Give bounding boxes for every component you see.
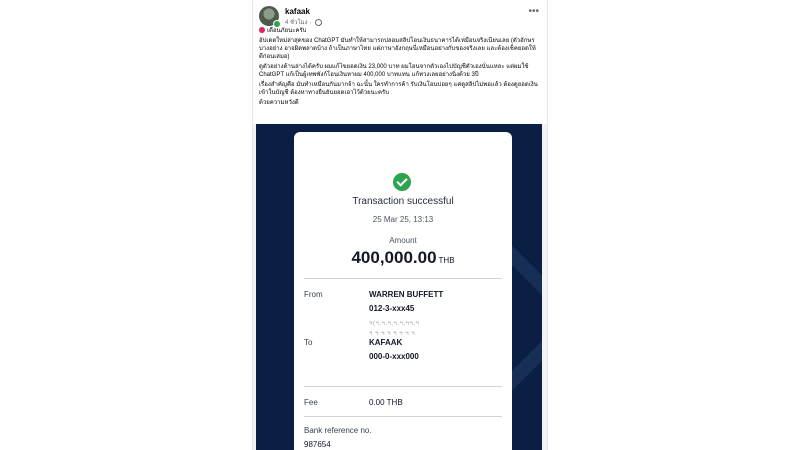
to-account: 000-0-xxx000 <box>369 352 419 361</box>
author-name[interactable]: kafaak <box>285 7 310 16</box>
post-headline: เตือนภัยนะครับ <box>259 27 539 35</box>
divider <box>304 278 502 279</box>
transfer-receipt: Transaction successful 25 Mar 25, 13:13 … <box>294 132 512 450</box>
post-paragraph: เรื่องสำคัญคือ มันทำเหมือนกันมากจ้า ฉะนั… <box>259 82 538 96</box>
from-name: WARREN BUFFETT <box>369 290 444 299</box>
to-name: KAFAAK <box>369 338 403 347</box>
globe-icon <box>314 18 322 26</box>
post-paragraph: เตือนภัยนะครับ <box>267 28 307 34</box>
post-meta: 4 ชั่วโมง · <box>285 17 322 27</box>
post-photo[interactable]: Transaction successful 25 Mar 25, 13:13 … <box>253 124 547 450</box>
amount-currency: THB <box>438 256 455 265</box>
post-time[interactable]: 4 ชั่วโมง <box>285 20 308 26</box>
divider <box>304 416 502 417</box>
receipt-title: Transaction successful <box>352 196 454 207</box>
more-options-icon[interactable]: ••• <box>528 7 539 17</box>
post-paragraph: ด้วยความหวังดี <box>259 100 299 106</box>
post-paragraph: ดูตัวอย่างด้านล่างได้ครับ ผมแก้ไขยอดเงิน… <box>259 64 529 78</box>
facebook-post: kafaak 4 ชั่วโมง · ••• เตือนภัยนะครับ อั… <box>252 0 548 450</box>
fee-value: 0.00 THB <box>369 398 403 407</box>
fee-label: Fee <box>304 398 318 407</box>
amount-label: Amount <box>389 236 417 245</box>
bank-reference-value: 987654 <box>304 440 331 449</box>
amount: 400,000.00 THB <box>294 248 512 268</box>
from-label: From <box>304 290 323 299</box>
bank-reference-label: Bank reference no. <box>304 426 372 435</box>
alert-icon <box>259 27 265 33</box>
amount-value: 400,000.00 <box>351 248 437 267</box>
post-header: kafaak 4 ชั่วโมง · ••• <box>259 6 541 28</box>
receipt-date: 25 Mar 25, 13:13 <box>372 215 434 224</box>
receipt-background: Transaction successful 25 Mar 25, 13:13 … <box>256 124 542 450</box>
check-icon <box>393 173 411 191</box>
from-account: 012-3-xxx45 <box>369 304 415 313</box>
from-bank-blurred: ฯ ฯ ฯ ฯ ฯ ฯ ฯ ฯ <box>369 331 416 337</box>
from-bank-blurred: ฯ(ฯ.ฯ.ฯ,ฯ,ฯ,ฯฯ,ฯ <box>369 321 420 327</box>
post-body: เตือนภัยนะครับ อัปเดตใหม่ล่าสุดของ ChatG… <box>259 27 539 109</box>
divider <box>304 386 502 387</box>
to-label: To <box>304 338 313 347</box>
post-paragraph: อัปเดตใหม่ล่าสุดของ ChatGPT มันทำให้สามา… <box>259 38 536 60</box>
